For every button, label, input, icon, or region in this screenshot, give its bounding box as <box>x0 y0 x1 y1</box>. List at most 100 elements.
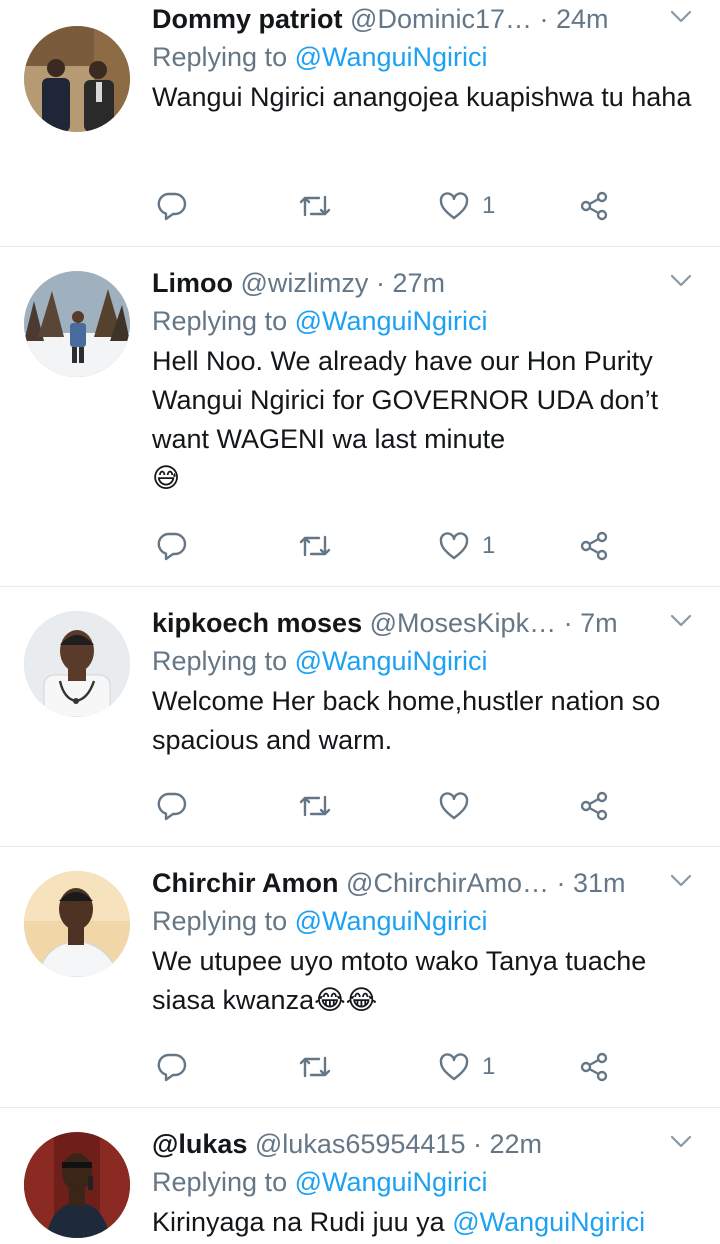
display-name[interactable]: Chirchir Amon <box>152 868 339 898</box>
action-bar: 1 <box>152 1047 632 1087</box>
reply-button[interactable] <box>156 786 188 826</box>
tweet-text: Kirinyaga na Rudi juu ya @WanguiNgirici <box>152 1203 696 1242</box>
chevron-down-icon <box>670 1135 692 1148</box>
retweet-icon <box>299 535 331 557</box>
retweet-icon <box>299 195 331 217</box>
reply-button[interactable] <box>156 526 188 566</box>
replying-to-label: Replying to <box>152 1167 295 1197</box>
retweet-button[interactable] <box>298 786 332 826</box>
avatar[interactable] <box>24 271 130 377</box>
share-icon <box>580 1052 608 1082</box>
timestamp[interactable]: · 27m <box>376 268 445 298</box>
reply-icon <box>157 192 187 221</box>
chevron-down-icon <box>670 274 692 287</box>
display-name[interactable]: Limoo <box>152 268 233 298</box>
avatar-image <box>24 271 130 377</box>
more-options-button[interactable] <box>666 0 696 38</box>
reply-icon <box>157 792 187 821</box>
retweet-button[interactable] <box>298 1047 332 1087</box>
like-button[interactable]: 1 <box>438 186 495 226</box>
share-button[interactable] <box>578 186 610 226</box>
reply-feed: Dommy patriot @Dominic17… · 24m Replying… <box>0 0 720 1244</box>
chevron-down-icon <box>670 874 692 887</box>
tweet[interactable]: kipkoech moses @MosesKipk… · 7m Replying… <box>0 587 720 847</box>
tweet-header: Dommy patriot @Dominic17… · 24m <box>152 0 696 38</box>
tweet[interactable]: Chirchir Amon @ChirchirAmo… · 31m Replyi… <box>0 847 720 1108</box>
chevron-down-icon <box>670 10 692 23</box>
tweet-text: We utupee uyo mtoto wako Tanya tuache si… <box>152 942 696 1020</box>
heart-icon <box>439 1053 469 1081</box>
avatar[interactable] <box>24 26 130 132</box>
tweet-text: Wangui Ngirici anangojea kuapishwa tu ha… <box>152 82 692 112</box>
like-button[interactable]: 1 <box>438 1047 495 1087</box>
display-name[interactable]: kipkoech moses <box>152 608 362 638</box>
chevron-down-icon <box>670 614 692 627</box>
display-name[interactable]: @lukas <box>152 1129 247 1159</box>
tweet[interactable]: Dommy patriot @Dominic17… · 24m Replying… <box>0 0 720 247</box>
retweet-button[interactable] <box>298 186 332 226</box>
action-bar: 1 <box>152 186 632 226</box>
mention-link[interactable]: @WanguiNgirici <box>295 906 488 936</box>
like-count: 1 <box>482 192 496 219</box>
more-options-button[interactable] <box>666 264 696 302</box>
replying-to: Replying to @WanguiNgirici <box>152 1163 696 1203</box>
like-button[interactable] <box>438 786 482 826</box>
user-handle[interactable]: @Dominic17… <box>350 4 532 34</box>
retweet-icon <box>299 1056 331 1078</box>
avatar[interactable] <box>24 611 130 717</box>
tweet-header: kipkoech moses @MosesKipk… · 7m <box>152 604 696 642</box>
avatar[interactable] <box>24 1132 130 1238</box>
mention-link[interactable]: @WanguiNgirici <box>295 42 488 72</box>
tweet-text: Hell Noo. We already have our Hon Purity… <box>152 342 696 498</box>
user-handle[interactable]: @ChirchirAmo… <box>346 868 549 898</box>
avatar[interactable] <box>24 871 130 977</box>
reply-button[interactable] <box>156 1047 188 1087</box>
retweet-button[interactable] <box>298 526 332 566</box>
timestamp[interactable]: · 24m <box>540 4 609 34</box>
share-button[interactable] <box>578 786 610 826</box>
replying-to-label: Replying to <box>152 306 295 336</box>
share-button[interactable] <box>578 526 610 566</box>
replying-to: Replying to @WanguiNgirici <box>152 302 696 342</box>
replying-to: Replying to @WanguiNgirici <box>152 38 696 78</box>
share-icon <box>580 191 608 221</box>
tweet[interactable]: @lukas @lukas65954415 · 22m Replying to … <box>0 1108 720 1244</box>
retweet-icon <box>299 795 331 817</box>
action-bar <box>152 786 632 826</box>
timestamp[interactable]: · 7m <box>564 608 618 638</box>
like-button[interactable]: 1 <box>438 526 495 566</box>
like-count: 1 <box>482 532 496 559</box>
replying-to: Replying to @WanguiNgirici <box>152 642 696 682</box>
avatar-image <box>24 26 130 132</box>
emoji: 😅 <box>152 463 181 493</box>
action-bar: 1 <box>152 526 632 566</box>
timestamp[interactable]: · 22m <box>473 1129 542 1159</box>
share-button[interactable] <box>578 1047 610 1087</box>
tweet-text-body: We utupee uyo mtoto wako Tanya tuache si… <box>152 946 654 1015</box>
display-name[interactable]: Dommy patriot <box>152 4 343 34</box>
replying-to-label: Replying to <box>152 906 295 936</box>
more-options-button[interactable] <box>666 864 696 902</box>
timestamp[interactable]: · 31m <box>556 868 625 898</box>
avatar-image <box>24 871 130 977</box>
share-icon <box>580 531 608 561</box>
replying-to: Replying to @WanguiNgirici <box>152 902 696 942</box>
user-handle[interactable]: @lukas65954415 <box>255 1129 466 1159</box>
more-options-button[interactable] <box>666 604 696 642</box>
user-handle[interactable]: @MosesKipk… <box>370 608 556 638</box>
mention-link[interactable]: @WanguiNgirici <box>295 306 488 336</box>
heart-icon <box>439 192 469 220</box>
user-handle[interactable]: @wizlimzy <box>241 268 369 298</box>
more-options-button[interactable] <box>666 1125 696 1163</box>
reply-icon <box>157 532 187 561</box>
avatar-image <box>24 1132 130 1238</box>
tweet-header: Chirchir Amon @ChirchirAmo… · 31m <box>152 864 696 902</box>
tweet-text-body: Hell Noo. We already have our Hon Purity… <box>152 346 666 454</box>
emoji: 😂😂 <box>314 985 378 1015</box>
mention-link[interactable]: @WanguiNgirici <box>295 1167 488 1197</box>
mention-link[interactable]: @WanguiNgirici <box>295 646 488 676</box>
reply-button[interactable] <box>156 186 188 226</box>
reply-icon <box>157 1053 187 1082</box>
tweet[interactable]: Limoo @wizlimzy · 27m Replying to @Wangu… <box>0 247 720 587</box>
mention-link[interactable]: @WanguiNgirici <box>452 1207 645 1237</box>
